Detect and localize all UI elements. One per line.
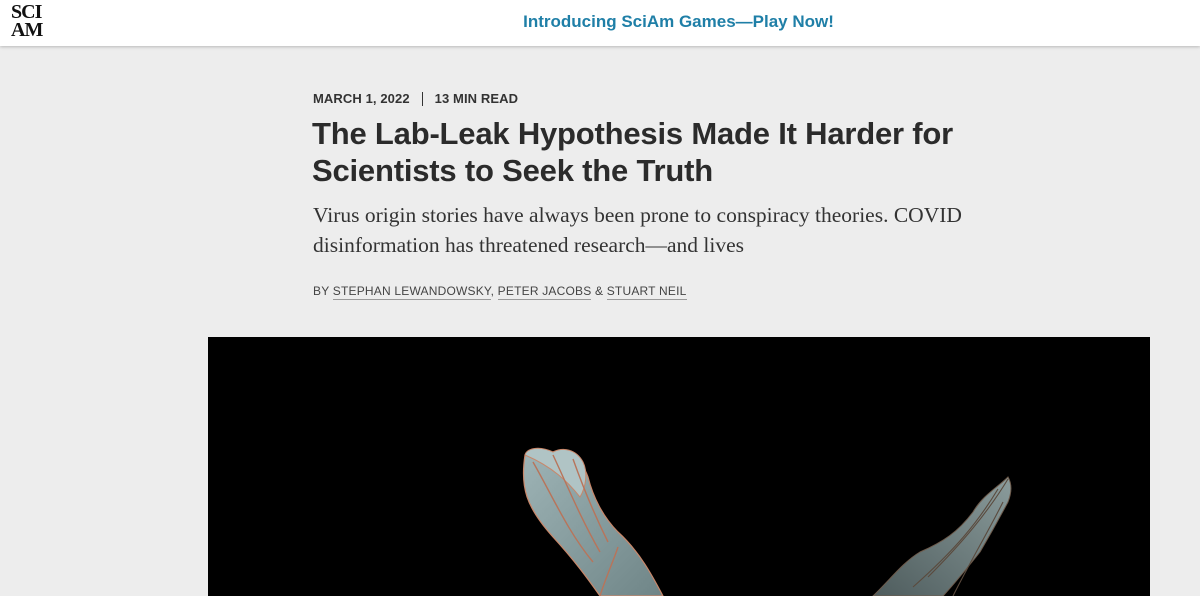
author-link[interactable]: STEPHAN LEWANDOWSKY: [332, 284, 491, 300]
article-meta: MARCH 1, 2022 13 MIN READ: [313, 91, 518, 106]
read-time: 13 MIN READ: [434, 91, 519, 106]
sciam-logo[interactable]: SCI AM: [11, 2, 43, 41]
author-link[interactable]: STUART NEIL: [606, 284, 687, 300]
byline-prefix: BY: [313, 284, 330, 298]
logo-line-2: AM: [11, 19, 43, 41]
meta-divider: [421, 91, 423, 106]
top-navigation-bar: SCI AM Introducing SciAm Games—Play Now!: [0, 0, 1200, 46]
promo-banner: Introducing SciAm Games—Play Now!: [0, 0, 1200, 46]
author-link[interactable]: PETER JACOBS: [497, 284, 592, 300]
byline: BY STEPHAN LEWANDOWSKY, PETER JACOBS & S…: [313, 284, 687, 300]
author-separator: &: [591, 284, 607, 298]
bat-left-wing: [522, 450, 664, 596]
author-separator: ,: [490, 284, 498, 298]
publish-date: MARCH 1, 2022: [313, 91, 410, 106]
article-title: The Lab-Leak Hypothesis Made It Harder f…: [312, 116, 954, 188]
article-subtitle: Virus origin stories have always been pr…: [313, 203, 962, 257]
bat-illustration: [522, 447, 1012, 596]
hero-image: [208, 337, 1150, 596]
promo-link[interactable]: Introducing SciAm Games—Play Now!: [523, 12, 834, 31]
bat-right-wing: [872, 476, 1012, 596]
